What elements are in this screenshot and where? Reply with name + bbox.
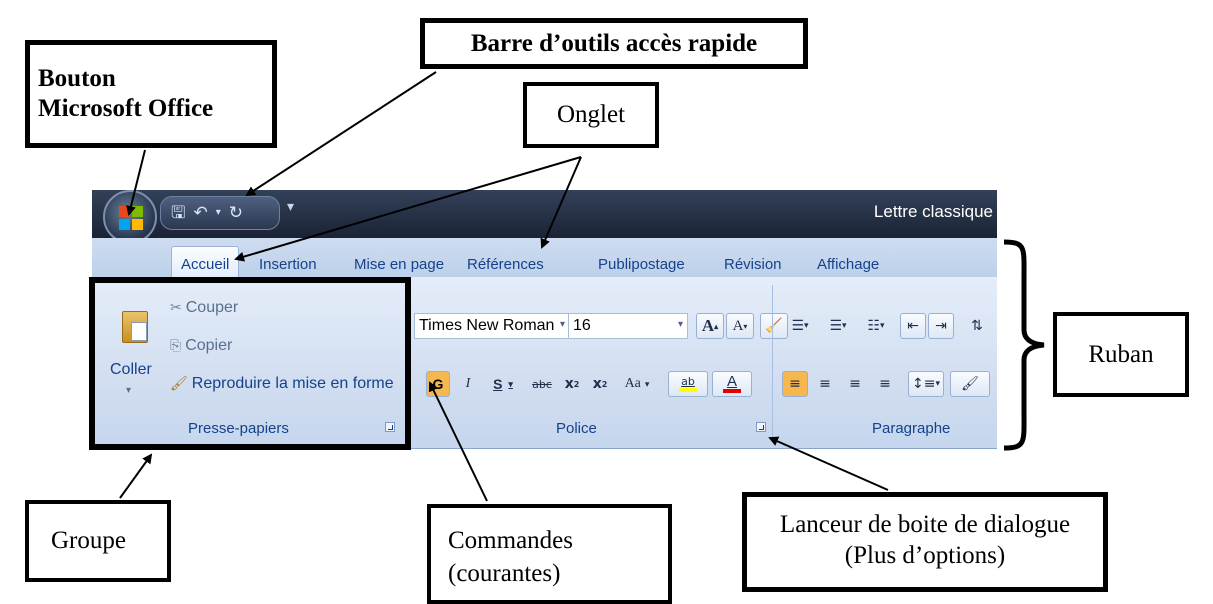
align-center-icon[interactable]: ≡ (812, 371, 838, 397)
chevron-down-icon: ▾ (644, 378, 650, 389)
change-case-button[interactable]: Aa ▾ (616, 371, 658, 397)
ribbon-brace (1003, 239, 1045, 451)
tab-revision[interactable]: Révision (724, 256, 782, 273)
office-logo-icon (119, 206, 143, 230)
font-color-bar (723, 389, 741, 393)
justify-icon[interactable]: ≡ (872, 371, 898, 397)
font-color-label: A (726, 373, 737, 390)
commands-callout-line1: Commandes (448, 527, 573, 554)
quick-access-toolbar-callout: Barre d’outils accès rapide (420, 18, 808, 69)
tab-mise-en-page[interactable]: Mise en page (354, 256, 444, 273)
strikethrough-label: abc (532, 377, 552, 391)
superscript-label: x (592, 376, 602, 392)
office-button-callout-line2: Microsoft Office (38, 95, 214, 122)
undo-dropdown-icon[interactable]: ▾ (216, 208, 221, 218)
group-callout-text: Groupe (51, 527, 126, 554)
change-case-label: Aa (624, 376, 641, 391)
font-launcher-icon[interactable] (756, 422, 766, 432)
subscript-label: x (564, 376, 574, 392)
commands-callout-line2: (courantes) (448, 560, 561, 587)
quick-access-toolbar-callout-text: Barre d’outils accès rapide (470, 29, 758, 57)
tab-insertion[interactable]: Insertion (259, 256, 317, 273)
office-button-callout-line1: Bouton (38, 65, 116, 92)
customize-icon[interactable]: ▾ (287, 199, 294, 215)
highlight-label: ab (681, 375, 695, 388)
tab-bar: Accueil Insertion Mise en page Référence… (92, 238, 997, 282)
launcher-callout-line2: (Plus d’options) (844, 542, 1006, 569)
line-spacing-icon[interactable]: ↕≡ ▾ (908, 371, 944, 397)
launcher-callout-line1: Lanceur de boite de dialogue (779, 511, 1071, 538)
highlight-color-bar (679, 388, 697, 392)
strikethrough-button[interactable]: abc (526, 371, 558, 397)
italic-label: I (465, 376, 471, 391)
chevron-down-icon: ▾ (880, 321, 885, 331)
ribbon-callout-text: Ruban (1088, 340, 1154, 368)
group-callout: Groupe (25, 500, 171, 582)
numbering-icon[interactable]: ☰ ▾ (820, 313, 856, 339)
font-size-select[interactable]: 16 ▾ (568, 313, 688, 339)
window-title: Lettre classique (873, 202, 993, 221)
underline-button[interactable]: S ▾ (484, 371, 522, 397)
undo-icon[interactable]: ↶ (193, 204, 207, 222)
office-button-callout: Bouton Microsoft Office (25, 40, 277, 148)
align-left-icon[interactable]: ≡ (782, 371, 808, 397)
decrease-indent-icon[interactable]: ⇤ (900, 313, 926, 339)
grow-font-label: A (701, 316, 715, 335)
bullets-icon[interactable]: ☰ ▾ (782, 313, 818, 339)
office-button[interactable] (103, 190, 157, 244)
multilevel-list-icon[interactable]: ☷ ▾ (858, 313, 894, 339)
redo-icon[interactable]: ↻ (229, 204, 243, 222)
tab-callout-text: Onglet (556, 101, 626, 128)
font-name-select[interactable]: Times New Roman ▾ (414, 313, 570, 339)
italic-button[interactable]: I (456, 371, 480, 397)
font-name-value: Times New Roman (419, 317, 555, 334)
tab-publipostage[interactable]: Publipostage (598, 256, 685, 273)
group-arrow (119, 453, 153, 499)
font-size-value: 16 (573, 317, 591, 334)
increase-indent-icon[interactable]: ⇥ (928, 313, 954, 339)
superscript-button[interactable]: x2 (588, 371, 612, 397)
ribbon-callout: Ruban (1053, 312, 1189, 397)
chevron-down-icon: ▾ (677, 319, 683, 330)
font-group-label: Police (556, 420, 597, 437)
group-highlight-frame (89, 277, 411, 450)
chevron-down-icon: ▾ (842, 321, 847, 331)
quick-access-toolbar: 🖫 ↶ ▾ ↻ (160, 196, 280, 230)
subscript-button[interactable]: x2 (560, 371, 584, 397)
commands-callout: Commandes (courantes) (427, 504, 672, 604)
shrink-font-label: A (732, 317, 744, 334)
chevron-down-icon: ▾ (559, 319, 565, 330)
chevron-down-icon: ▾ (935, 379, 940, 389)
tab-callout: Onglet (523, 82, 659, 148)
shrink-font-button[interactable]: A ▾ (726, 313, 754, 339)
font-color-button[interactable]: A (712, 371, 752, 397)
bold-label: G (432, 376, 444, 392)
tab-references[interactable]: Références (467, 256, 544, 273)
save-icon[interactable]: 🖫 (171, 204, 185, 222)
tab-affichage[interactable]: Affichage (817, 256, 879, 273)
sort-icon[interactable]: ⇅ (962, 313, 992, 339)
underline-label: S (493, 376, 503, 392)
chevron-down-icon: ▾ (508, 378, 513, 389)
group-separator (772, 285, 773, 441)
bold-button[interactable]: G (426, 371, 450, 397)
chevron-down-icon: ▾ (804, 321, 809, 331)
grow-font-button[interactable]: A ▴ (696, 313, 724, 339)
shading-icon[interactable]: 🖌 (950, 371, 990, 397)
align-right-icon[interactable]: ≡ (842, 371, 868, 397)
launcher-callout: Lanceur de boite de dialogue (Plus d’opt… (742, 492, 1108, 592)
highlight-button[interactable]: ab (668, 371, 708, 397)
paragraph-group-label: Paragraphe (872, 420, 951, 437)
